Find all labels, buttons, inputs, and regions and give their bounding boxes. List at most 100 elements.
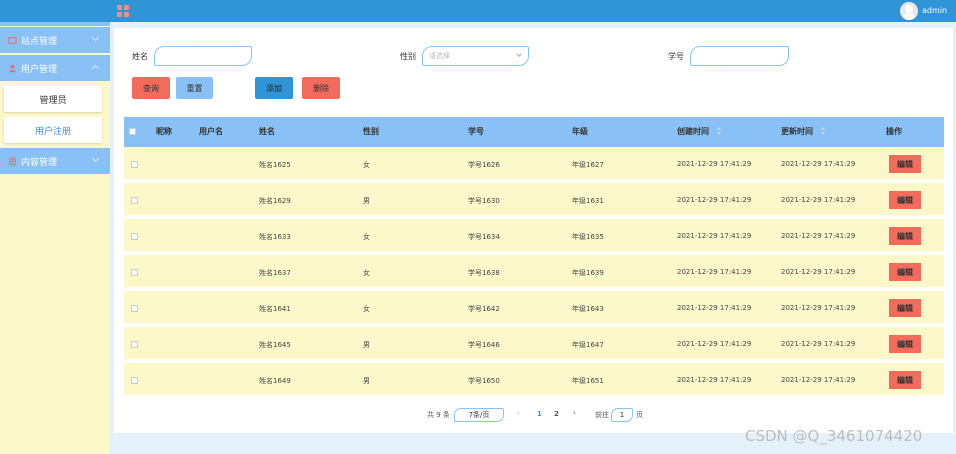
column-student-id: 学号 bbox=[468, 127, 484, 136]
edit-button[interactable]: 编辑 bbox=[889, 335, 921, 353]
cell-student-id: 学号1646 bbox=[468, 341, 500, 349]
prev-page-icon[interactable]: ‹ bbox=[517, 409, 520, 417]
cell-grade: 年级1647 bbox=[572, 341, 604, 349]
table-header: 昵称 用户名 姓名 性别 学号 年级 创建时间 更新时间 操作 bbox=[124, 117, 944, 147]
row-checkbox[interactable] bbox=[131, 305, 138, 312]
column-name: 姓名 bbox=[259, 127, 275, 136]
table-row[interactable]: 姓名1649 男 学号1650 年级1651 2021-12-29 17:41:29 20… bbox=[124, 363, 944, 397]
cell-student-id: 学号1642 bbox=[468, 305, 500, 313]
cell-name: 姓名1641 bbox=[259, 305, 291, 313]
query-button[interactable]: 查询 bbox=[132, 77, 170, 99]
edit-button[interactable]: 编辑 bbox=[889, 299, 921, 317]
cell-updated: 2021-12-29 17:41:29 bbox=[781, 196, 856, 204]
cell-student-id: 学号1638 bbox=[468, 269, 500, 277]
student-id-label: 学号 bbox=[668, 52, 684, 61]
column-username: 用户名 bbox=[199, 127, 223, 136]
sidebar-item-content[interactable]: 内容管理 bbox=[0, 148, 110, 174]
row-checkbox[interactable] bbox=[131, 197, 138, 204]
page-1[interactable]: 1 bbox=[537, 410, 542, 418]
cell-student-id: 学号1626 bbox=[468, 161, 500, 169]
cell-gender: 男 bbox=[363, 197, 370, 205]
cell-updated: 2021-12-29 17:41:29 bbox=[781, 160, 856, 168]
table-row[interactable]: 姓名1637 女 学号1638 年级1639 2021-12-29 17:41:29 20… bbox=[124, 255, 944, 289]
avatar[interactable] bbox=[900, 2, 918, 20]
page-size-select[interactable]: 7条/页 bbox=[454, 408, 504, 422]
name-label: 姓名 bbox=[132, 52, 148, 61]
cell-gender: 男 bbox=[363, 377, 370, 385]
row-checkbox[interactable] bbox=[131, 377, 138, 384]
column-created[interactable]: 创建时间 bbox=[677, 126, 709, 137]
column-updated[interactable]: 更新时间 bbox=[781, 126, 813, 137]
cell-gender: 女 bbox=[363, 233, 370, 241]
select-all-checkbox[interactable] bbox=[129, 128, 136, 135]
row-checkbox[interactable] bbox=[131, 269, 138, 276]
chevron-down-icon bbox=[516, 51, 522, 57]
page-2[interactable]: 2 bbox=[554, 410, 559, 418]
sidebar-subitem-admin[interactable]: 管理员 bbox=[4, 86, 102, 112]
pagination-total: 共 9 条 bbox=[427, 411, 450, 419]
sidebar-item-label: 用户管理 bbox=[21, 64, 58, 75]
sidebar-item-users[interactable]: 用户管理 bbox=[0, 55, 110, 81]
user-icon bbox=[8, 64, 17, 73]
cell-created: 2021-12-29 17:41:29 bbox=[677, 160, 752, 168]
student-id-input[interactable] bbox=[690, 46, 789, 66]
cell-grade: 年级1651 bbox=[572, 377, 604, 385]
content-icon bbox=[8, 156, 17, 166]
cell-name: 姓名1649 bbox=[259, 377, 291, 385]
row-checkbox[interactable] bbox=[131, 341, 138, 348]
column-grade: 年级 bbox=[572, 127, 588, 136]
edit-button[interactable]: 编辑 bbox=[889, 371, 921, 389]
edit-button[interactable]: 编辑 bbox=[889, 263, 921, 281]
site-icon bbox=[8, 36, 17, 45]
page-unit-label: 页 bbox=[636, 411, 643, 419]
gender-select[interactable]: 请选择 bbox=[422, 46, 529, 66]
cell-updated: 2021-12-29 17:41:29 bbox=[781, 340, 856, 348]
cell-student-id: 学号1650 bbox=[468, 377, 500, 385]
sidebar-item-label: 内容管理 bbox=[21, 157, 58, 168]
cell-name: 姓名1629 bbox=[259, 197, 291, 205]
table-row[interactable]: 姓名1629 男 学号1630 年级1631 2021-12-29 17:41:29 20… bbox=[124, 183, 944, 217]
edit-button[interactable]: 编辑 bbox=[889, 227, 921, 245]
cell-name: 姓名1625 bbox=[259, 161, 291, 169]
user-name[interactable]: admin bbox=[922, 6, 947, 15]
sidebar-subitem-register[interactable]: 用户注册 bbox=[4, 117, 102, 143]
cell-updated: 2021-12-29 17:41:29 bbox=[781, 268, 856, 276]
sort-icon[interactable] bbox=[821, 127, 825, 135]
table-row[interactable]: 姓名1625 女 学号1626 年级1627 2021-12-29 17:41:29 20… bbox=[124, 147, 944, 181]
table-row[interactable]: 姓名1645 男 学号1646 年级1647 2021-12-29 17:41:29 20… bbox=[124, 327, 944, 361]
row-checkbox[interactable] bbox=[131, 233, 138, 240]
cell-updated: 2021-12-29 17:41:29 bbox=[781, 376, 856, 384]
cell-grade: 年级1627 bbox=[572, 161, 604, 169]
chevron-down-icon bbox=[91, 33, 100, 42]
cell-gender: 女 bbox=[363, 305, 370, 313]
reset-button[interactable]: 重置 bbox=[176, 77, 213, 99]
name-input[interactable] bbox=[154, 46, 252, 66]
edit-button[interactable]: 编辑 bbox=[889, 191, 921, 209]
gender-label: 性别 bbox=[400, 52, 416, 61]
cell-created: 2021-12-29 17:41:29 bbox=[677, 196, 752, 204]
cell-name: 姓名1633 bbox=[259, 233, 291, 241]
cell-grade: 年级1639 bbox=[572, 269, 604, 277]
main-panel: 姓名 性别 请选择 学号 查询 重置 添加 删除 昵称 用户名 姓名 性别 学号… bbox=[114, 28, 953, 433]
goto-page-input[interactable]: 1 bbox=[611, 408, 633, 422]
table-row[interactable]: 姓名1641 女 学号1642 年级1643 2021-12-29 17:41:29 20… bbox=[124, 291, 944, 325]
sidebar-item-label: 站点管理 bbox=[21, 36, 58, 47]
cell-student-id: 学号1630 bbox=[468, 197, 500, 205]
cell-created: 2021-12-29 17:41:29 bbox=[677, 340, 752, 348]
cell-gender: 女 bbox=[363, 269, 370, 277]
row-checkbox[interactable] bbox=[131, 161, 138, 168]
column-actions: 操作 bbox=[886, 127, 902, 136]
edit-button[interactable]: 编辑 bbox=[889, 155, 921, 173]
cell-created: 2021-12-29 17:41:29 bbox=[677, 376, 752, 384]
sort-icon[interactable] bbox=[717, 127, 721, 135]
sidebar-item-site[interactable]: 站点管理 bbox=[0, 27, 110, 53]
cell-name: 姓名1645 bbox=[259, 341, 291, 349]
cell-grade: 年级1635 bbox=[572, 233, 604, 241]
next-page-icon[interactable]: › bbox=[573, 409, 576, 417]
watermark: CSDN @Q_3461074420 bbox=[745, 427, 923, 445]
delete-button[interactable]: 删除 bbox=[302, 77, 340, 99]
grid-menu-icon[interactable] bbox=[117, 5, 129, 17]
chevron-down-icon bbox=[91, 154, 100, 163]
table-row[interactable]: 姓名1633 女 学号1634 年级1635 2021-12-29 17:41:29 20… bbox=[124, 219, 944, 253]
add-button[interactable]: 添加 bbox=[255, 77, 293, 99]
